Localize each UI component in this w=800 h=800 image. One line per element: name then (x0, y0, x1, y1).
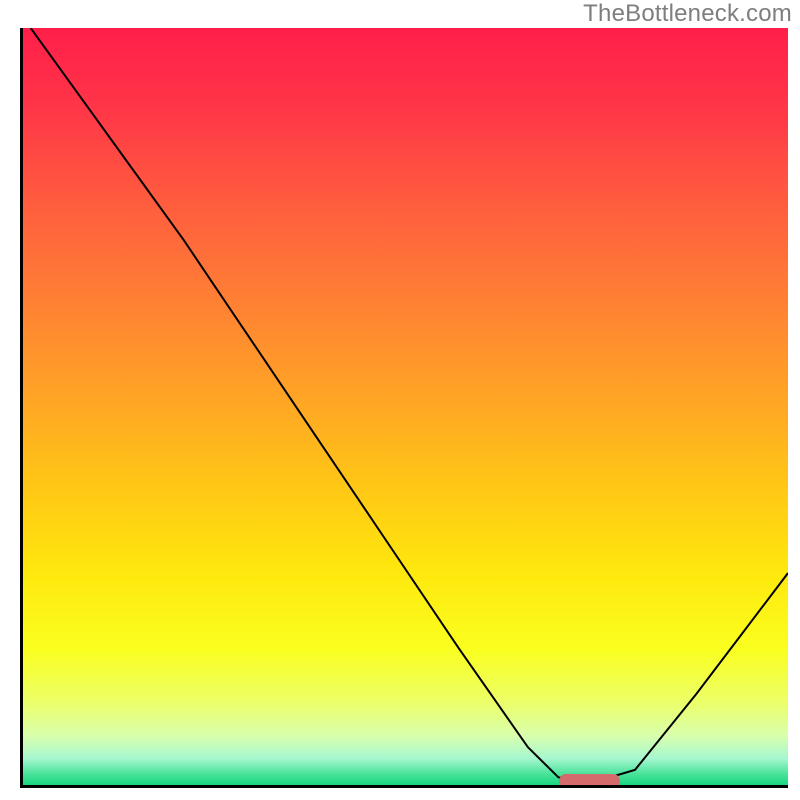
optimal-range-marker (559, 774, 620, 788)
watermark-text: TheBottleneck.com (583, 0, 792, 28)
background-gradient (23, 28, 788, 785)
plot-area (20, 28, 788, 788)
bottleneck-figure: TheBottleneck.com (0, 0, 800, 800)
